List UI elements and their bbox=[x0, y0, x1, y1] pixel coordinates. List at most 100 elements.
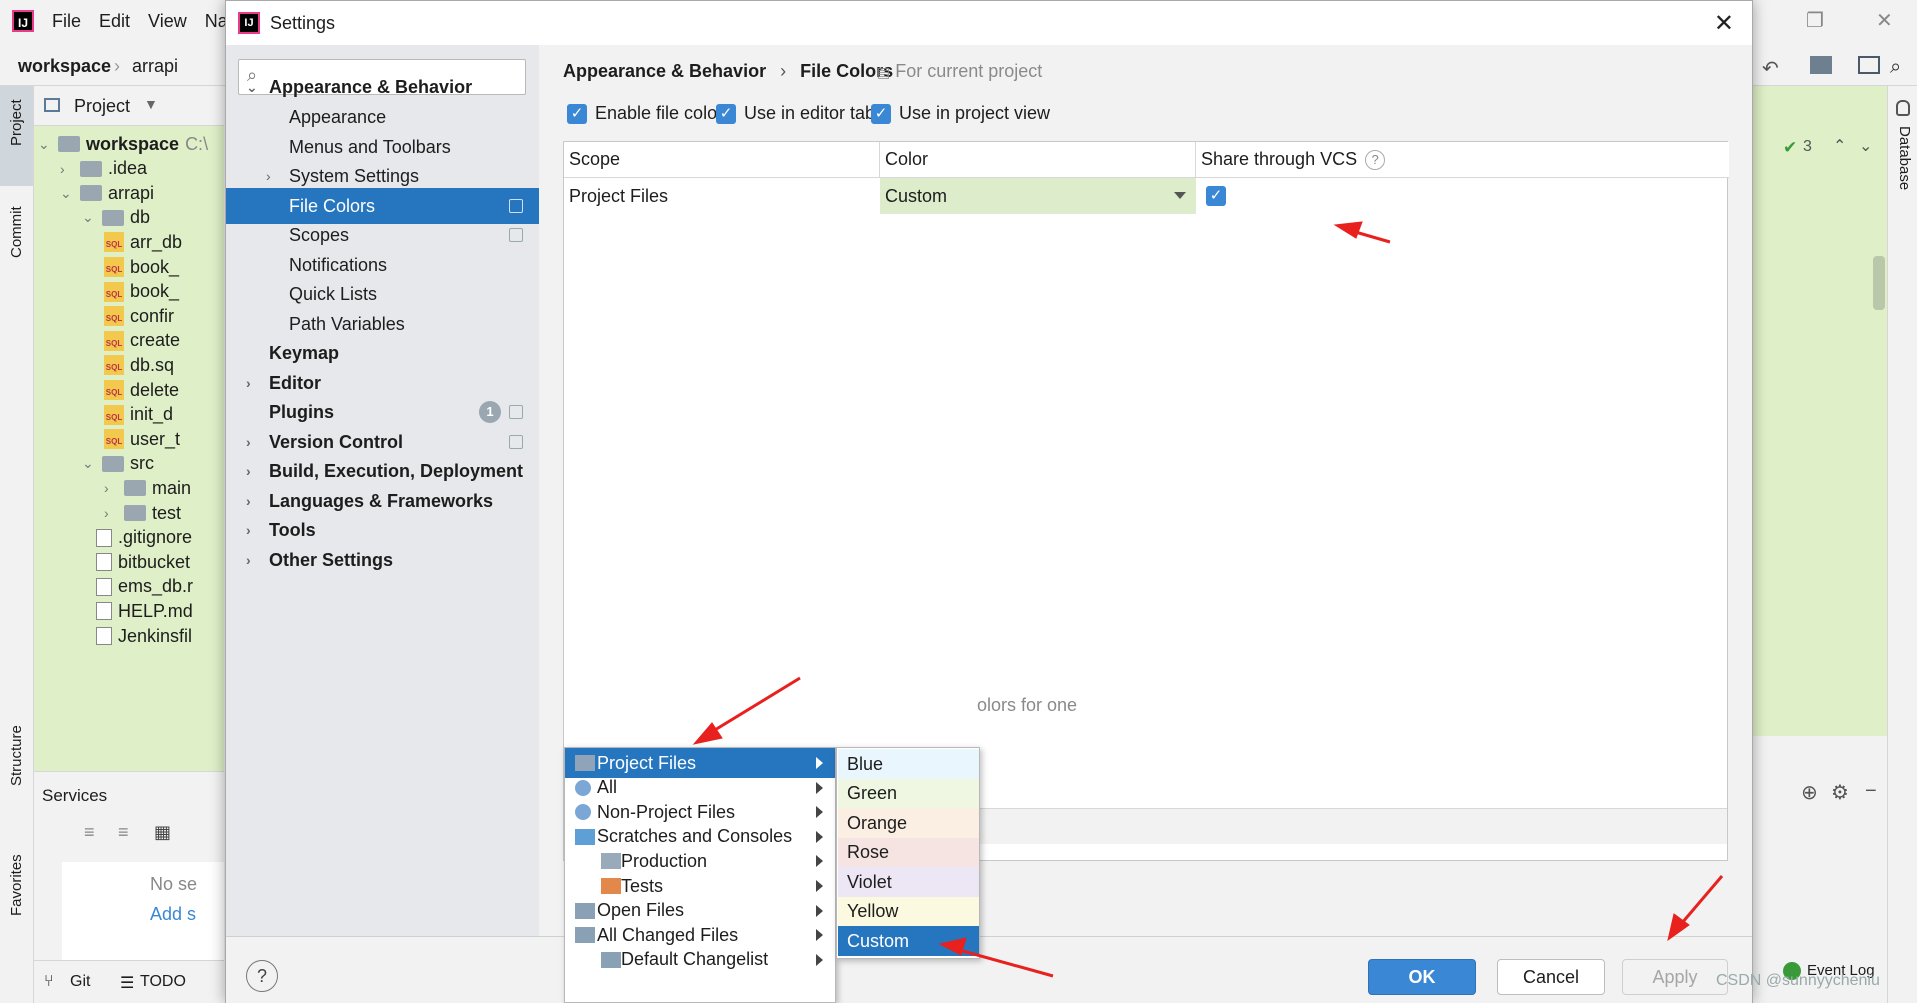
column-header-scope[interactable]: Scope bbox=[564, 142, 880, 178]
folder-icon bbox=[102, 209, 124, 226]
favorites-tool-label[interactable]: Favorites bbox=[8, 854, 25, 916]
sidebar-item-label: Path Variables bbox=[289, 313, 405, 334]
color-menu-item-violet[interactable]: Violet bbox=[838, 867, 979, 898]
color-menu-item-rose[interactable]: Rose bbox=[838, 837, 979, 868]
project-tool-label[interactable]: Project bbox=[8, 99, 25, 146]
ok-button[interactable]: OK bbox=[1368, 959, 1476, 995]
sidebar-item-other-settings[interactable]: › Other Settings bbox=[226, 542, 539, 578]
column-header-color[interactable]: Color bbox=[880, 142, 1196, 178]
tree-item-label: Jenkinsfil bbox=[118, 625, 193, 646]
folder-toolbar-icon[interactable] bbox=[1810, 56, 1832, 74]
database-tool-label[interactable]: Database bbox=[1896, 126, 1913, 190]
collapse-all-icon[interactable]: ≡ bbox=[118, 822, 129, 843]
table-cell-scope[interactable]: Project Files bbox=[564, 178, 880, 214]
restore-icon[interactable]: ❐ bbox=[1806, 8, 1824, 33]
chevron-right-icon[interactable]: › bbox=[246, 463, 251, 479]
checkbox-checked-icon[interactable]: ✓ bbox=[567, 103, 587, 124]
ide-close-icon[interactable]: ✕ bbox=[1876, 8, 1893, 33]
tree-item-label: arrapi bbox=[108, 182, 155, 203]
enable-file-colors-checkbox[interactable]: ✓ Enable file colors bbox=[567, 103, 732, 124]
breadcrumb-arrapi[interactable]: arrapi bbox=[132, 56, 178, 77]
share-vcs-label: Share through VCS bbox=[1201, 149, 1358, 169]
table-cell-color[interactable]: Custom bbox=[880, 178, 1196, 214]
todo-tab[interactable]: TODO bbox=[140, 973, 186, 991]
chevron-right-icon[interactable]: › bbox=[104, 480, 118, 496]
folder-icon bbox=[124, 480, 146, 497]
git-tab[interactable]: Git bbox=[70, 973, 90, 991]
intellij-logo-icon: IJ bbox=[238, 12, 260, 34]
tree-item[interactable]: Jenkinsfil bbox=[82, 622, 192, 650]
tree-item-label: arr_db bbox=[130, 231, 183, 252]
chevron-down-icon[interactable]: ⌄ bbox=[82, 209, 96, 226]
project-header-label[interactable]: Project bbox=[74, 96, 130, 117]
tree-item-label: workspace bbox=[86, 133, 180, 154]
color-menu-item-green[interactable]: Green bbox=[838, 778, 979, 809]
settings-gear-icon[interactable]: ⚙ bbox=[1831, 780, 1849, 805]
close-icon[interactable]: ✕ bbox=[1714, 9, 1734, 38]
search-everywhere-icon[interactable]: ⌕ bbox=[1890, 56, 1901, 79]
right-tool-strip: Database bbox=[1887, 86, 1917, 1003]
inspection-ok-icon[interactable]: ✔ bbox=[1783, 138, 1797, 158]
color-menu-item-blue[interactable]: Blue bbox=[838, 749, 979, 779]
chevron-down-icon[interactable]: ⌄ bbox=[246, 79, 258, 96]
apply-button[interactable]: Apply bbox=[1622, 959, 1728, 995]
color-menu-item-custom[interactable]: Custom bbox=[838, 926, 979, 957]
sidebar-item-label: System Settings bbox=[289, 165, 420, 186]
revert-icon[interactable]: ↶ bbox=[1762, 56, 1779, 81]
chevron-right-icon[interactable]: › bbox=[60, 161, 74, 177]
services-add-link[interactable]: Add s bbox=[150, 904, 196, 925]
column-header-share[interactable]: Share through VCS ? bbox=[1196, 142, 1729, 178]
breadcrumb-appearance-behavior[interactable]: Appearance & Behavior bbox=[563, 61, 766, 81]
chevron-right-icon[interactable]: › bbox=[246, 375, 251, 391]
chevron-down-icon[interactable]: ⌄ bbox=[60, 185, 74, 202]
breadcrumb-workspace[interactable]: workspace bbox=[18, 56, 111, 77]
submenu-arrow-icon bbox=[816, 880, 823, 892]
minimize-icon[interactable]: − bbox=[1865, 780, 1877, 803]
chevron-right-icon[interactable]: › bbox=[246, 522, 251, 538]
crosshair-icon[interactable]: ⊕ bbox=[1801, 780, 1818, 805]
chevron-right-icon[interactable]: › bbox=[246, 493, 251, 509]
chevron-right-icon[interactable]: › bbox=[266, 168, 271, 184]
use-in-editor-tabs-checkbox[interactable]: ✓ Use in editor tabs bbox=[716, 103, 884, 124]
cancel-button[interactable]: Cancel bbox=[1497, 959, 1605, 995]
window-toolbar-icon[interactable] bbox=[1858, 56, 1880, 74]
share-vcs-checkbox[interactable]: ✓ bbox=[1206, 186, 1226, 206]
commit-tool-label[interactable]: Commit bbox=[8, 206, 25, 258]
chevron-down-icon[interactable]: ▼ bbox=[144, 96, 158, 112]
next-highlight-icon[interactable]: ⌄ bbox=[1859, 136, 1872, 156]
submenu-arrow-icon bbox=[816, 904, 823, 917]
database-icon[interactable] bbox=[1896, 100, 1910, 116]
menu-view[interactable]: View bbox=[148, 11, 187, 32]
file-icon bbox=[96, 577, 112, 596]
menu-edit[interactable]: Edit bbox=[99, 11, 130, 32]
help-button[interactable]: ? bbox=[246, 960, 278, 992]
checkbox-checked-icon[interactable]: ✓ bbox=[871, 103, 891, 124]
folder-icon bbox=[575, 755, 595, 771]
color-menu-item-orange[interactable]: Orange bbox=[838, 808, 979, 839]
chevron-down-icon[interactable]: ⌄ bbox=[82, 455, 96, 472]
sidebar-item-label: Quick Lists bbox=[289, 283, 378, 304]
scope-menu-item[interactable]: Default Changelist bbox=[565, 945, 835, 975]
chevron-down-icon[interactable]: ⌄ bbox=[38, 136, 52, 153]
submenu-arrow-icon bbox=[816, 855, 823, 868]
chevron-right-icon[interactable]: › bbox=[246, 552, 251, 568]
table-cell-share[interactable]: ✓ bbox=[1201, 178, 1241, 214]
checkbox-checked-icon[interactable]: ✓ bbox=[716, 103, 736, 124]
dropdown-arrow-icon[interactable] bbox=[1174, 192, 1186, 199]
expand-all-icon[interactable]: ≡ bbox=[84, 822, 95, 843]
services-title: Services bbox=[42, 786, 108, 805]
structure-tool-label[interactable]: Structure bbox=[8, 725, 25, 786]
chevron-right-icon[interactable]: › bbox=[104, 505, 118, 521]
use-in-project-view-checkbox[interactable]: ✓ Use in project view bbox=[871, 103, 1050, 124]
help-icon[interactable]: ? bbox=[1365, 149, 1386, 170]
enable-file-colors-label: Enable file colors bbox=[595, 103, 733, 123]
chevron-right-icon[interactable]: › bbox=[246, 434, 251, 450]
editor-scrollbar[interactable] bbox=[1873, 256, 1885, 310]
color-menu-item-yellow[interactable]: Yellow bbox=[838, 896, 979, 927]
menu-file[interactable]: File bbox=[52, 11, 81, 32]
group-icon[interactable]: ▦ bbox=[154, 822, 171, 843]
tree-item-label: db.sq bbox=[130, 354, 175, 375]
services-empty-text: No se bbox=[150, 874, 198, 894]
prev-highlight-icon[interactable]: ⌃ bbox=[1833, 136, 1846, 156]
project-tree: ⌄ workspace C:\ › .idea ⌄ arrapi ⌄ db SQL arr_db SQ… bbox=[34, 126, 224, 771]
